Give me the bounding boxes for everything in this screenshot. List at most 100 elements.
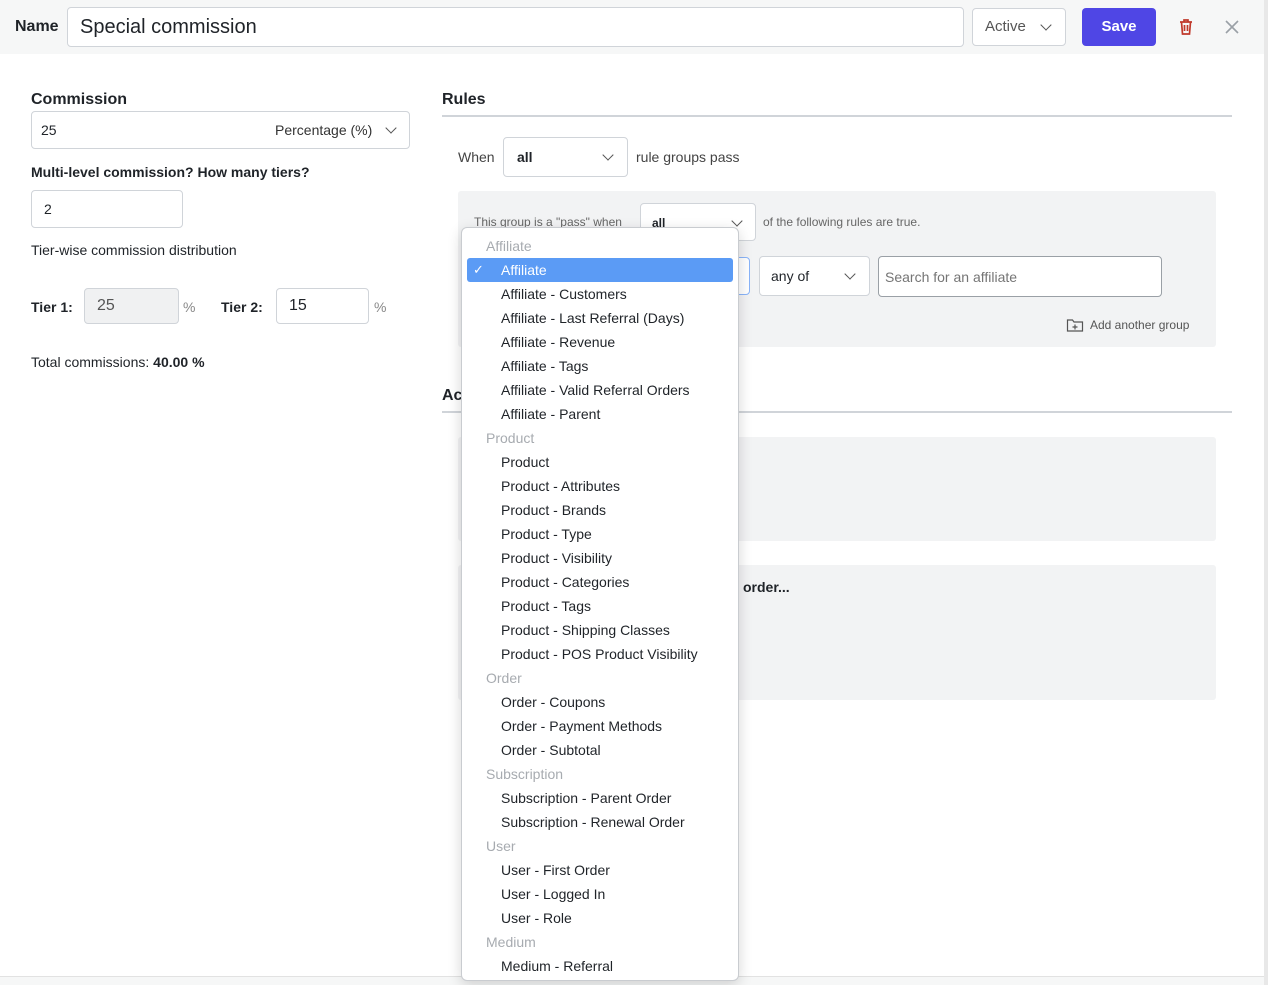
- dropdown-option-label: Affiliate - Valid Referral Orders: [501, 382, 690, 398]
- dropdown-option-label: Affiliate - Tags: [501, 358, 589, 374]
- trash-icon[interactable]: [1176, 17, 1196, 37]
- close-icon[interactable]: [1222, 17, 1242, 37]
- dropdown-option-label: Affiliate - Last Referral (Days): [501, 310, 685, 326]
- when-value: all: [517, 149, 533, 165]
- dropdown-option-label: Affiliate - Revenue: [501, 334, 616, 350]
- when-label: When: [458, 149, 495, 165]
- dropdown-group-label: Medium: [486, 934, 536, 950]
- dropdown-option[interactable]: Subscription - Parent Order: [462, 786, 738, 810]
- scrollbar-track[interactable]: [1264, 0, 1268, 985]
- dropdown-option[interactable]: User - Logged In: [462, 882, 738, 906]
- total-value: 40.00 %: [153, 354, 205, 370]
- dropdown-option[interactable]: Affiliate - Last Referral (Days): [462, 306, 738, 330]
- dropdown-option-label: Product - Type: [501, 526, 592, 542]
- dropdown-option[interactable]: Product - Visibility: [462, 546, 738, 570]
- dropdown-option-label: Order - Payment Methods: [501, 718, 663, 734]
- name-input[interactable]: Special commission: [67, 7, 964, 47]
- dropdown-option[interactable]: Product - Categories: [462, 570, 738, 594]
- when-select[interactable]: all: [503, 137, 628, 177]
- dropdown-group-label: Product: [486, 430, 535, 446]
- commission-value: 25: [41, 122, 57, 138]
- dropdown-option[interactable]: Product - Brands: [462, 498, 738, 522]
- operator-select[interactable]: any of: [759, 256, 870, 296]
- dropdown-option-label: Order - Coupons: [501, 694, 606, 710]
- action-order-text: order...: [743, 579, 790, 595]
- dropdown-option[interactable]: Affiliate - Parent: [462, 402, 738, 426]
- dropdown-option-label: Product - Brands: [501, 502, 607, 518]
- dropdown-option[interactable]: Order - Coupons: [462, 690, 738, 714]
- add-group-button[interactable]: Add another group: [1066, 317, 1189, 333]
- dropdown-group-label: Order: [486, 670, 522, 686]
- name-label: Name: [15, 18, 59, 35]
- distribution-label: Tier-wise commission distribution: [31, 242, 237, 258]
- dropdown-option[interactable]: Affiliate - Tags: [462, 354, 738, 378]
- dropdown-option[interactable]: Product - Attributes: [462, 474, 738, 498]
- total-commissions: Total commissions: 40.00 %: [31, 354, 205, 370]
- rules-heading: Rules: [442, 91, 486, 108]
- dropdown-group-label: Subscription: [486, 766, 564, 782]
- actions-heading: Ac: [442, 387, 463, 404]
- dropdown-option-label: Affiliate: [501, 262, 547, 278]
- dropdown-option[interactable]: Affiliate - Valid Referral Orders: [462, 378, 738, 402]
- tier2-percent: %: [374, 299, 387, 315]
- dropdown-option[interactable]: Product - Shipping Classes: [462, 618, 738, 642]
- dropdown-option-label: User - Role: [501, 910, 572, 926]
- dropdown-option[interactable]: Product - POS Product Visibility: [462, 642, 738, 666]
- tiers-input[interactable]: 2: [31, 190, 183, 228]
- following-rules-text: of the following rules are true.: [763, 215, 921, 229]
- tier1-input: 25: [84, 288, 179, 324]
- save-button[interactable]: Save: [1082, 8, 1156, 46]
- dropdown-option[interactable]: Affiliate - Revenue: [462, 330, 738, 354]
- dropdown-option[interactable]: ✓ Affiliate: [467, 258, 733, 282]
- dropdown-option[interactable]: Affiliate - Customers: [462, 282, 738, 306]
- commission-type[interactable]: Percentage (%): [275, 122, 372, 138]
- commission-field[interactable]: 25 Percentage (%): [31, 111, 410, 149]
- chevron-down-icon: [385, 122, 397, 134]
- folder-plus-icon: [1066, 319, 1084, 332]
- groups-pass-label: rule groups pass: [636, 149, 740, 165]
- rule-type-dropdown[interactable]: Affiliate ✓ Affiliate Affiliate - Customers…: [461, 227, 739, 981]
- dropdown-option-label: Product - Categories: [501, 574, 630, 590]
- operator-value: any of: [771, 268, 810, 284]
- dropdown-option-label: User - Logged In: [501, 886, 606, 902]
- chevron-down-icon: [602, 149, 614, 161]
- dropdown-option-label: Product - Shipping Classes: [501, 622, 670, 638]
- dropdown-option-label: Affiliate - Parent: [501, 406, 601, 422]
- multilevel-question: Multi-level commission? How many tiers?: [31, 164, 310, 180]
- dropdown-option[interactable]: User - Role: [462, 906, 738, 930]
- dropdown-option-label: Medium - Referral: [501, 958, 614, 974]
- dropdown-option[interactable]: Product: [462, 450, 738, 474]
- dropdown-option[interactable]: Product - Type: [462, 522, 738, 546]
- chevron-down-icon: [731, 215, 743, 227]
- add-group-label: Add another group: [1090, 318, 1190, 332]
- affiliate-search-input[interactable]: [878, 256, 1162, 297]
- dropdown-option-label: Subscription - Parent Order: [501, 790, 672, 806]
- dropdown-group-label: User: [486, 838, 516, 854]
- dropdown-option[interactable]: Subscription - Renewal Order: [462, 810, 738, 834]
- top-bar: Name Special commission Active Save: [0, 0, 1264, 54]
- dropdown-option-label: Product - Tags: [501, 598, 592, 614]
- dropdown-option[interactable]: User - First Order: [462, 858, 738, 882]
- total-label: Total commissions:: [31, 354, 150, 370]
- commission-heading: Commission: [31, 91, 128, 108]
- tier2-label: Tier 2:: [221, 299, 263, 315]
- checkmark-icon: ✓: [473, 262, 484, 277]
- dropdown-option-label: User - First Order: [501, 862, 610, 878]
- dropdown-option-label: Subscription - Renewal Order: [501, 814, 685, 830]
- rules-divider: [442, 115, 1232, 117]
- dropdown-option[interactable]: Order - Subtotal: [462, 738, 738, 762]
- dropdown-option-label: Affiliate - Customers: [501, 286, 627, 302]
- dropdown-option[interactable]: Order - Payment Methods: [462, 714, 738, 738]
- dropdown-option-label: Order - Subtotal: [501, 742, 601, 758]
- dropdown-option-label: Product: [501, 454, 550, 470]
- dropdown-option-label: Product - POS Product Visibility: [501, 646, 698, 662]
- tier1-percent: %: [183, 299, 196, 315]
- status-select[interactable]: Active: [972, 8, 1066, 46]
- chevron-down-icon: [844, 268, 856, 280]
- tier1-label: Tier 1:: [31, 299, 73, 315]
- dropdown-group-label: Affiliate: [486, 238, 532, 254]
- dropdown-option[interactable]: Product - Tags: [462, 594, 738, 618]
- dropdown-option[interactable]: Medium - Referral: [462, 954, 738, 978]
- tier2-input[interactable]: 15: [276, 288, 369, 324]
- chevron-down-icon: [1040, 19, 1052, 31]
